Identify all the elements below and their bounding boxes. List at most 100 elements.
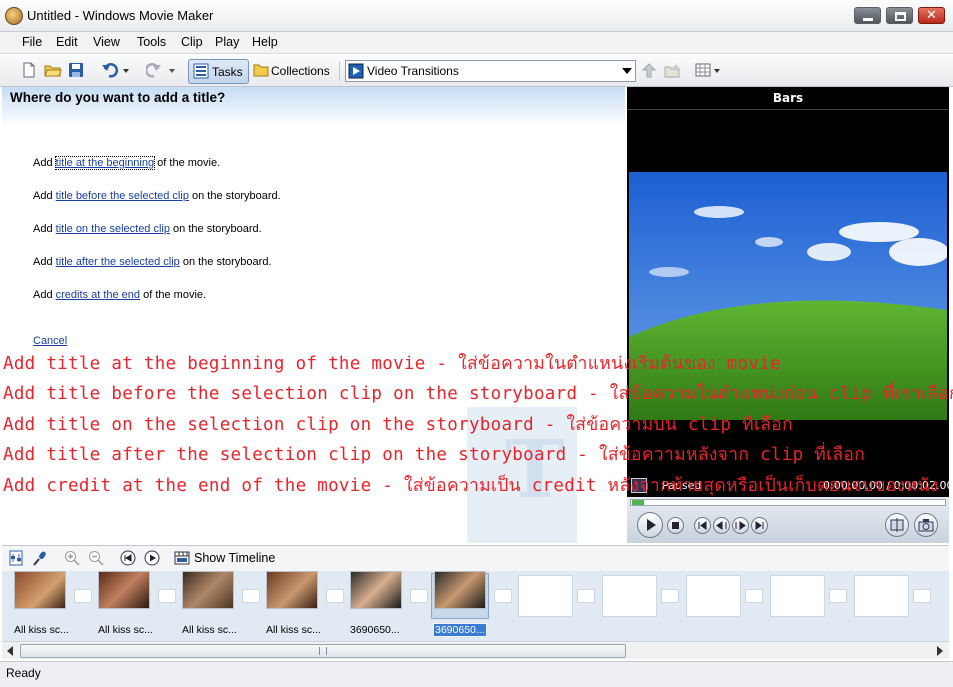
transition-slot[interactable] <box>158 589 176 603</box>
title-bar: Untitled - Windows Movie Maker ✕ <box>0 0 953 32</box>
option-title-before: Add title before the selected clip on th… <box>33 190 281 202</box>
camera-icon <box>918 519 934 532</box>
transition-slot[interactable] <box>410 589 428 603</box>
storyboard-clip[interactable]: All kiss sc... <box>266 571 350 641</box>
rewind-storyboard-icon[interactable] <box>120 550 136 566</box>
split-clip-button[interactable] <box>885 513 909 537</box>
grip-icon <box>319 647 327 655</box>
storyboard-clip[interactable]: All kiss sc... <box>182 571 266 641</box>
up-level-icon[interactable] <box>641 62 657 78</box>
collection-dropdown[interactable]: Video Transitions <box>345 60 636 82</box>
title-on-clip-link[interactable]: title on the selected clip <box>56 223 170 235</box>
play-button[interactable] <box>637 512 663 538</box>
annotation-line-4: Add title after the selection clip on th… <box>3 445 866 465</box>
redo-button[interactable] <box>144 62 176 78</box>
menu-clip[interactable]: Clip <box>181 35 203 49</box>
storyboard-clip-selected[interactable]: 3690650... <box>431 571 518 641</box>
seek-thumb[interactable] <box>632 500 644 505</box>
set-audio-levels-icon[interactable] <box>8 550 24 566</box>
minimize-button[interactable] <box>854 7 881 24</box>
transition-slot[interactable] <box>577 589 595 603</box>
close-button[interactable]: ✕ <box>918 7 945 24</box>
menu-edit[interactable]: Edit <box>56 35 78 49</box>
transition-slot[interactable] <box>745 589 763 603</box>
menu-file[interactable]: File <box>22 35 42 49</box>
clip-thumbnail <box>14 571 66 609</box>
previous-frame-button[interactable] <box>694 517 711 534</box>
option-prefix: Add <box>33 256 56 268</box>
save-project-icon[interactable] <box>68 62 84 78</box>
storyboard-clip[interactable]: 3690650... <box>350 571 434 641</box>
play-icon <box>647 519 656 531</box>
play-storyboard-icon[interactable] <box>144 550 160 566</box>
rewind-button[interactable] <box>713 517 730 534</box>
scroll-left-icon[interactable] <box>6 646 14 656</box>
empty-clip-slot[interactable] <box>518 575 573 617</box>
close-icon: ✕ <box>926 8 937 23</box>
credits-at-end-link[interactable]: credits at the end <box>56 289 140 301</box>
skip-back-icon <box>698 521 707 530</box>
clip-label: All kiss sc... <box>14 624 69 636</box>
transition-slot[interactable] <box>74 589 92 603</box>
clip-label: All kiss sc... <box>266 624 321 636</box>
option-suffix: on the storyboard. <box>188 190 281 202</box>
empty-clip-slot[interactable] <box>686 575 741 617</box>
toolbar-divider <box>339 61 340 81</box>
open-project-icon[interactable] <box>44 62 62 78</box>
fast-forward-icon <box>735 521 746 530</box>
storyboard-scrollbar[interactable] <box>2 641 949 659</box>
maximize-button[interactable] <box>886 7 913 24</box>
zoom-in-icon[interactable] <box>64 550 80 566</box>
narrate-microphone-icon[interactable] <box>32 550 48 566</box>
views-button[interactable] <box>695 62 721 78</box>
fast-forward-button[interactable] <box>732 517 749 534</box>
menu-play[interactable]: Play <box>215 35 239 49</box>
menu-tools[interactable]: Tools <box>137 35 166 49</box>
transition-slot[interactable] <box>913 589 931 603</box>
clip-thumbnail <box>182 571 234 609</box>
title-at-beginning-link[interactable]: title at the beginning <box>54 156 156 170</box>
take-picture-button[interactable] <box>914 513 938 537</box>
undo-button[interactable] <box>101 62 129 78</box>
option-prefix: Add <box>33 190 56 202</box>
transition-slot[interactable] <box>661 589 679 603</box>
scroll-thumb[interactable] <box>20 644 626 658</box>
thumbnail-view-icon <box>695 63 720 77</box>
folder-icon <box>253 64 269 77</box>
collection-dropdown-value: Video Transitions <box>367 64 459 78</box>
tasks-button[interactable]: Tasks <box>188 59 249 84</box>
menu-help[interactable]: Help <box>252 35 278 49</box>
video-transitions-icon <box>348 63 364 79</box>
cancel-link[interactable]: Cancel <box>33 335 67 347</box>
scroll-right-icon[interactable] <box>936 646 944 656</box>
option-prefix: Add <box>33 223 56 235</box>
storyboard-toolbar: Show Timeline <box>2 545 949 571</box>
empty-clip-slot[interactable] <box>602 575 657 617</box>
next-frame-button[interactable] <box>751 517 768 534</box>
transition-slot[interactable] <box>829 589 847 603</box>
new-project-icon[interactable] <box>21 62 37 78</box>
movie-maker-app-icon[interactable] <box>5 7 23 25</box>
empty-clip-slot[interactable] <box>854 575 909 617</box>
stop-button[interactable] <box>667 517 684 534</box>
menu-view[interactable]: View <box>93 35 120 49</box>
title-before-clip-link[interactable]: title before the selected clip <box>56 190 189 202</box>
clip-label-selected: 3690650... <box>433 623 487 637</box>
storyboard-clip[interactable]: All kiss sc... <box>98 571 182 641</box>
window-title: Untitled - Windows Movie Maker <box>27 8 214 23</box>
storyboard-clip[interactable]: All kiss sc... <box>14 571 98 641</box>
transition-slot[interactable] <box>326 589 344 603</box>
preview-divider <box>627 109 949 110</box>
collections-label: Collections <box>271 64 330 78</box>
transition-slot[interactable] <box>494 589 512 603</box>
title-after-clip-link[interactable]: title after the selected clip <box>56 256 180 268</box>
empty-clip-slot[interactable] <box>770 575 825 617</box>
collections-button[interactable]: Collections <box>252 59 332 84</box>
transition-slot[interactable] <box>242 589 260 603</box>
seek-bar[interactable] <box>630 499 946 506</box>
zoom-out-icon[interactable] <box>88 550 104 566</box>
clip-label: All kiss sc... <box>182 624 237 636</box>
annotation-line-2: Add title before the selection clip on t… <box>3 384 953 404</box>
new-collection-folder-icon[interactable] <box>664 62 680 78</box>
storyboard: All kiss sc... All kiss sc... All kiss s… <box>2 571 949 641</box>
